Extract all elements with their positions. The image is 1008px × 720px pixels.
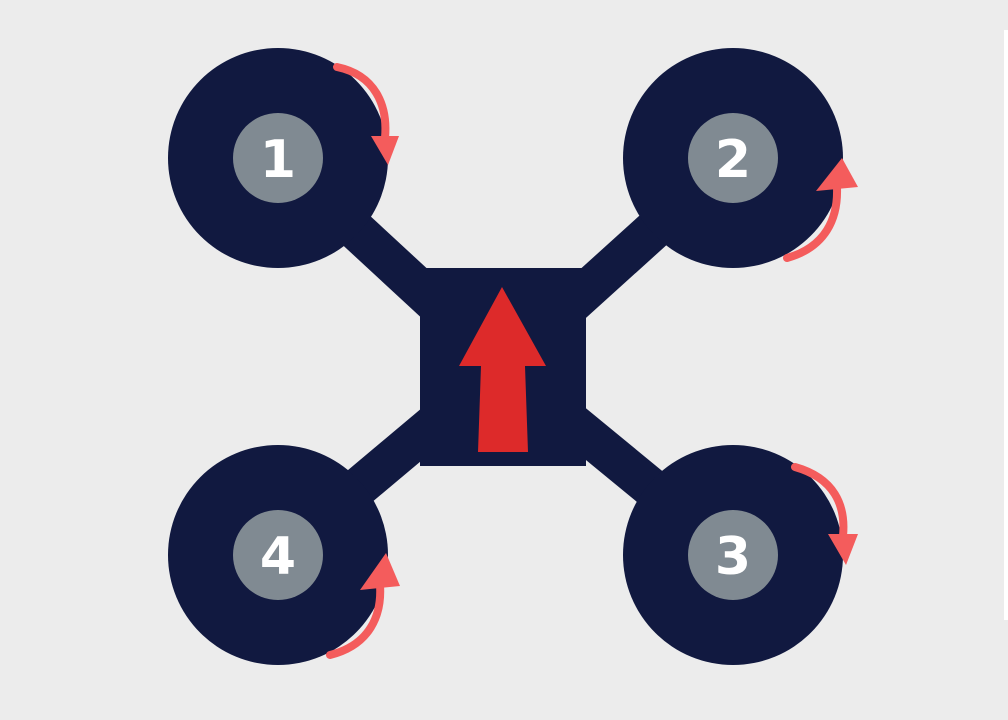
motor-label: 3	[715, 527, 751, 587]
motor-label: 1	[260, 130, 296, 190]
motor-label: 4	[260, 527, 296, 587]
quadcopter-diagram: 1 2 3 4	[168, 48, 858, 665]
motor-3: 3	[623, 445, 858, 665]
motor-label: 2	[715, 130, 751, 190]
motor-2: 2	[623, 48, 858, 268]
edge-divider	[1004, 30, 1008, 620]
